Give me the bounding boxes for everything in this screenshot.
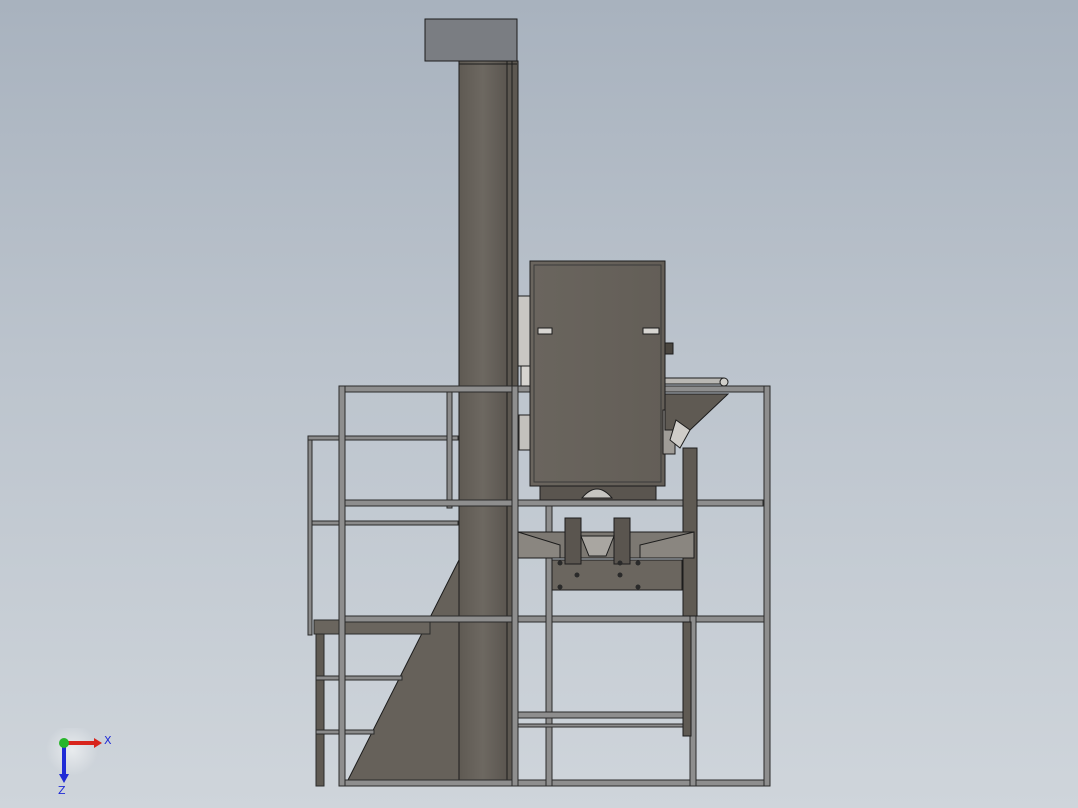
orientation-triad: X Z: [46, 728, 112, 797]
weighing-hopper: [517, 260, 676, 501]
cad-viewport[interactable]: X Z: [0, 0, 1078, 808]
machine-model[interactable]: [0, 0, 1078, 808]
x-axis-label: X: [104, 734, 112, 747]
column-top-cap: [424, 18, 518, 62]
y-axis-dot: [59, 738, 69, 748]
z-axis-label: Z: [58, 784, 66, 797]
gusset-support: [346, 559, 460, 783]
elevator-column: [458, 60, 519, 787]
